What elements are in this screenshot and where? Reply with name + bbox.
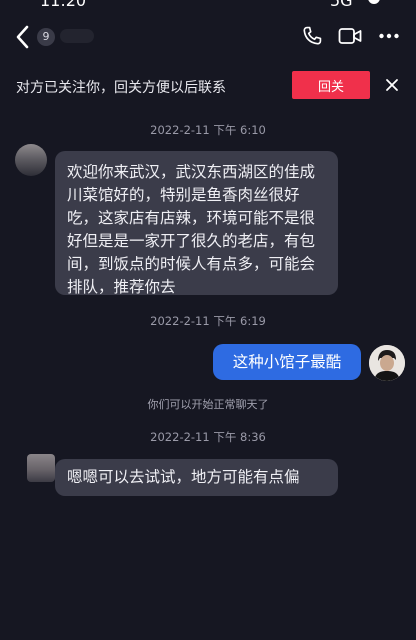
follow-back-banner: 对方已关注你，回关方便以后联系 回关 bbox=[0, 62, 416, 110]
chat-screen: 11:20 5G 9 对方已关注你，回关方便以后联系 回关 2022-2-11 … bbox=[0, 0, 416, 640]
chevron-left-icon[interactable] bbox=[14, 24, 32, 50]
unread-badge: 9 bbox=[37, 28, 55, 46]
contact-name bbox=[60, 29, 94, 43]
status-signal: 5G bbox=[330, 0, 353, 10]
timestamp-3: 2022-2-11 下午 8:36 bbox=[150, 430, 266, 444]
status-bar: 11:20 5G bbox=[0, 0, 416, 10]
close-icon[interactable] bbox=[384, 77, 400, 93]
timestamp-2: 2022-2-11 下午 6:19 bbox=[150, 314, 266, 328]
banner-text: 对方已关注你，回关方便以后联系 bbox=[16, 80, 226, 96]
follow-back-button[interactable]: 回关 bbox=[292, 71, 370, 99]
incoming-message-2[interactable]: 嗯嗯可以去试试，地方可能有点偏 bbox=[55, 459, 338, 496]
system-note: 你们可以开始正常聊天了 bbox=[147, 398, 269, 411]
more-dots-icon[interactable] bbox=[378, 26, 400, 46]
phone-icon[interactable] bbox=[301, 25, 323, 47]
outgoing-message-1[interactable]: 这种小馆子最酷 bbox=[213, 344, 361, 380]
video-camera-icon[interactable] bbox=[338, 26, 362, 46]
timestamp-1: 2022-2-11 下午 6:10 bbox=[150, 123, 266, 137]
my-avatar[interactable] bbox=[369, 345, 405, 381]
avatar-portrait bbox=[369, 345, 405, 381]
chat-header: 9 bbox=[0, 14, 416, 60]
status-time: 11:20 bbox=[40, 0, 87, 10]
battery-icon bbox=[368, 0, 380, 4]
contact-avatar-2[interactable] bbox=[27, 454, 55, 482]
incoming-message-1[interactable]: 欢迎你来武汉，武汉东西湖区的佳成川菜馆好的，特别是鱼香肉丝很好吃，这家店有店辣，… bbox=[55, 151, 338, 296]
contact-avatar[interactable] bbox=[15, 144, 47, 176]
